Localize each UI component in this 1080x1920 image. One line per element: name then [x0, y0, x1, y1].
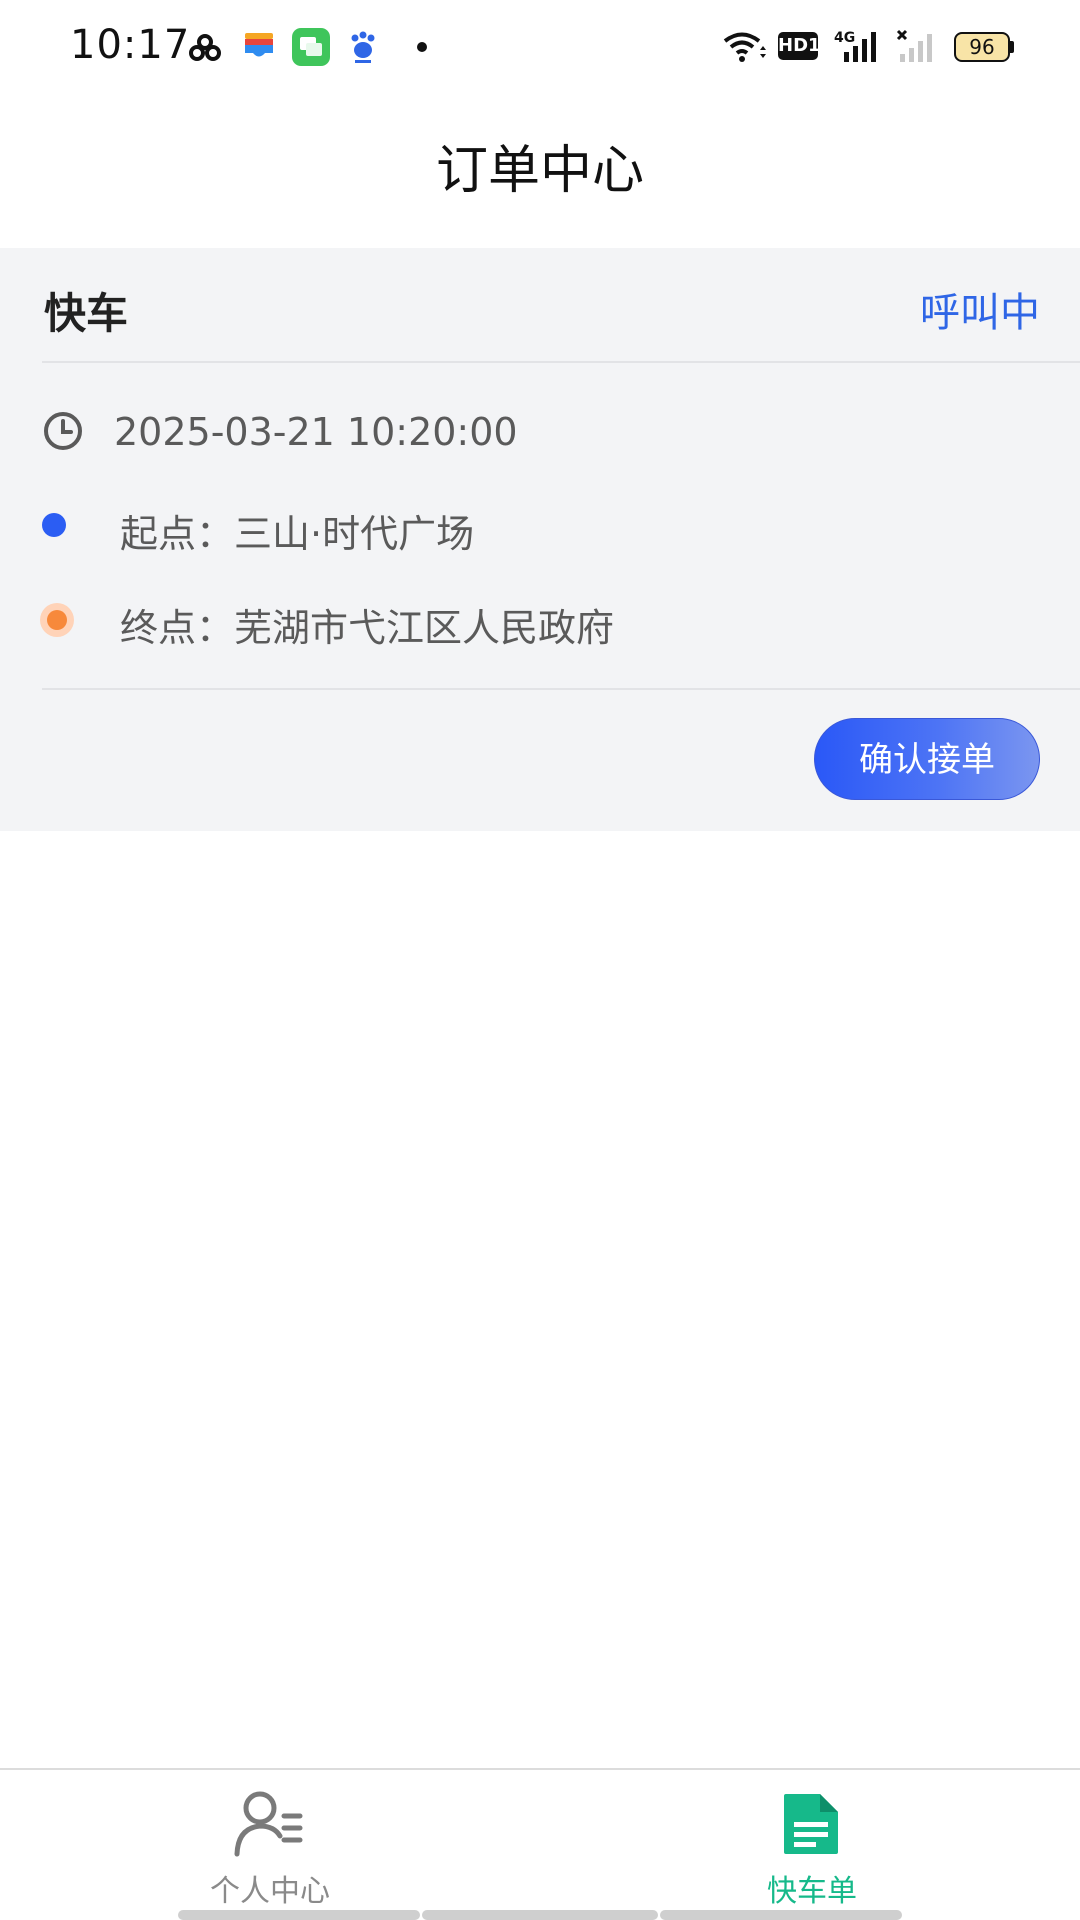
end-point-dot — [40, 603, 74, 637]
home-indicator — [178, 1910, 420, 1920]
divider — [42, 361, 1080, 363]
app-screen: 10:17 HD1 4G 96 订单中心 快车 呼叫中 2025-03-21 1… — [0, 0, 1080, 1920]
tab-label: 快车单 — [767, 1874, 857, 1909]
order-time: 2025-03-21 10:20:00 — [114, 410, 518, 454]
app-cluster-icon — [189, 34, 221, 61]
tab-label: 个人中心 — [210, 1874, 330, 1909]
bottom-tab-bar: 个人中心 快车单 — [0, 1768, 1080, 1920]
home-indicator — [422, 1910, 658, 1920]
page-title: 订单中心 — [435, 141, 644, 201]
accept-order-button[interactable]: 确认接单 — [814, 718, 1040, 800]
divider — [42, 688, 1080, 690]
dot-icon — [417, 42, 427, 52]
tab-personal-center[interactable]: 个人中心 — [170, 1770, 370, 1920]
order-start: 起点：三山·时代广场 — [120, 512, 475, 556]
start-point-dot — [42, 513, 66, 537]
baidu-app-icon — [351, 31, 375, 63]
battery-icon: 96 — [954, 32, 1014, 62]
status-bar: 10:17 HD1 4G 96 — [0, 0, 1080, 96]
clock-icon — [44, 412, 82, 450]
order-status: 呼叫中 — [920, 290, 1040, 336]
order-type: 快车 — [44, 289, 129, 338]
no-signal-icon — [896, 29, 932, 62]
network-type-label: 4G — [834, 30, 855, 46]
wifi-icon — [723, 32, 766, 62]
battery-level: 96 — [969, 35, 995, 59]
wallet-app-icon — [245, 33, 273, 57]
signal-4g-icon: 4G — [834, 30, 876, 62]
hd-icon: HD1 — [778, 32, 821, 60]
order-end: 终点：芜湖市弋江区人民政府 — [120, 606, 615, 650]
home-indicator — [660, 1910, 902, 1920]
status-time: 10:17 — [70, 22, 191, 68]
tab-express-orders[interactable]: 快车单 — [712, 1770, 912, 1920]
person-list-icon — [234, 1791, 303, 1857]
document-icon — [784, 1794, 838, 1854]
messages-app-icon — [292, 28, 330, 66]
